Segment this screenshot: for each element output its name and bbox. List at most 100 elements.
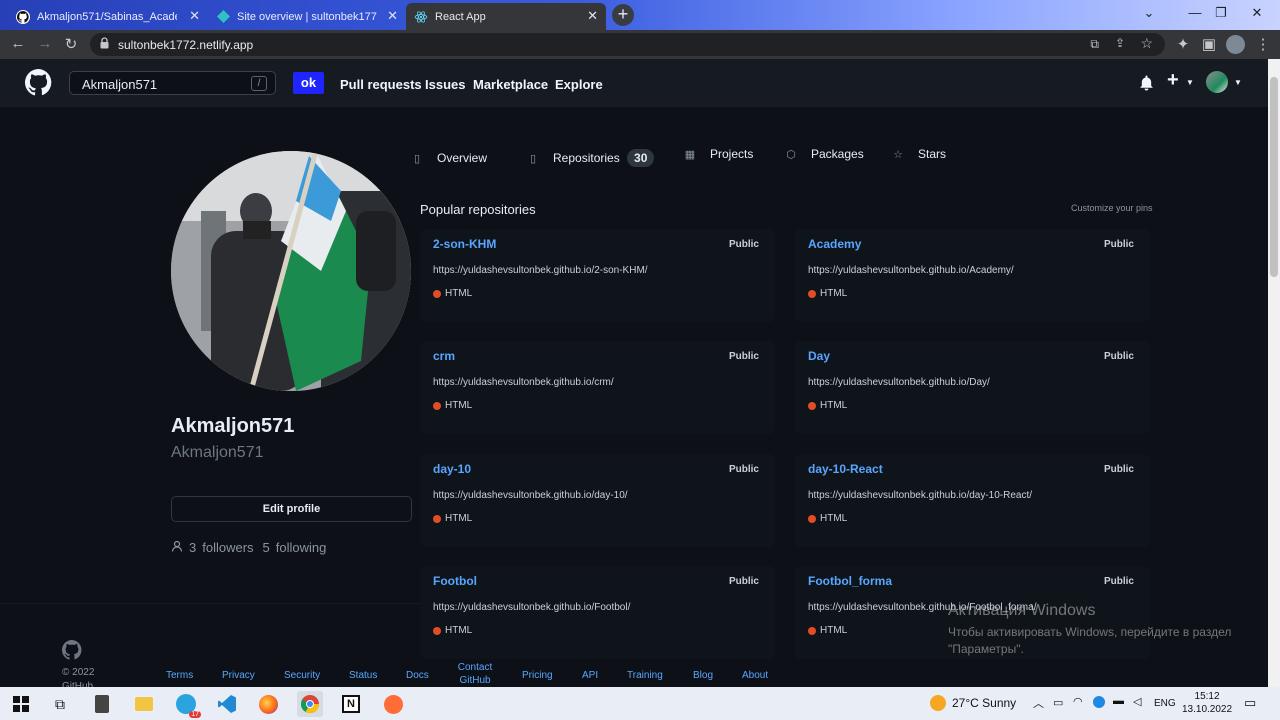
page-scrollbar[interactable] <box>1268 59 1280 687</box>
notifications-icon[interactable]: ▭ <box>1244 695 1256 711</box>
tab-overview[interactable]: ▯ Overview <box>411 151 487 165</box>
tab-label: Stars <box>918 147 947 161</box>
file-explorer-icon[interactable] <box>131 691 157 717</box>
telegram-icon[interactable]: 17 <box>173 691 201 718</box>
close-icon[interactable]: ✕ <box>587 9 598 23</box>
footer-link-status[interactable]: Status <box>349 669 377 682</box>
nav-explore[interactable]: Explore <box>555 77 603 92</box>
repo-name-link[interactable]: Footbol_forma <box>808 574 892 588</box>
close-icon[interactable]: ✕ <box>387 9 398 23</box>
tab-repositories[interactable]: ▯ Repositories 30 <box>527 149 655 167</box>
network-icon[interactable]: ▭ <box>1053 696 1063 709</box>
footer-link-terms[interactable]: Terms <box>166 669 193 682</box>
user-avatar[interactable] <box>1206 71 1228 93</box>
footer-link-pricing[interactable]: Pricing <box>522 669 553 682</box>
footer-link-security[interactable]: Security <box>284 669 320 682</box>
nav-marketplace[interactable]: Marketplace <box>473 77 548 92</box>
search-input[interactable]: Akmaljon571 / <box>69 71 276 95</box>
footer-link-docs[interactable]: Docs <box>406 669 429 682</box>
following-link[interactable]: following <box>276 540 327 555</box>
tab-search-icon[interactable]: ⌄ <box>1126 0 1172 26</box>
tab-packages[interactable]: ⬡ Packages <box>785 147 864 161</box>
tray-chevron-up-icon[interactable]: ︿ <box>1033 695 1044 711</box>
calculator-icon[interactable] <box>89 691 115 717</box>
windows-start-icon[interactable] <box>8 691 34 717</box>
new-tab-button[interactable]: + <box>612 4 634 26</box>
footer-link-training[interactable]: Training <box>627 669 663 682</box>
github-logo-icon[interactable] <box>24 69 52 101</box>
scrollbar-thumb[interactable] <box>1270 77 1278 277</box>
close-window-button[interactable]: ✕ <box>1234 0 1280 26</box>
tab-projects[interactable]: ▦ Projects <box>684 147 754 161</box>
footer-link-privacy[interactable]: Privacy <box>222 669 255 682</box>
share-icon[interactable]: ⇪ <box>1115 36 1125 50</box>
more-menu-icon[interactable]: ⋮ <box>1254 35 1272 53</box>
github-footer-logo-icon[interactable] <box>61 640 82 665</box>
browser-tab[interactable]: Akmaljon571/Sabinas_Academy ✕ <box>8 3 208 30</box>
close-icon[interactable]: ✕ <box>189 9 200 23</box>
clock[interactable]: 15:12 13.10.2022 <box>1182 690 1232 716</box>
language-color-dot <box>808 289 816 298</box>
footer-link-about[interactable]: About <box>742 669 768 682</box>
repo-name-link[interactable]: day-10 <box>433 462 471 476</box>
firefox-icon[interactable] <box>255 691 281 717</box>
clock-time: 15:12 <box>1194 691 1220 702</box>
bell-icon[interactable] <box>1139 75 1154 96</box>
edit-profile-button[interactable]: Edit profile <box>171 496 412 522</box>
visibility-badge: Public <box>1103 351 1134 362</box>
github-header: Akmaljon571 / ok Pull requests Issues Ma… <box>0 59 1268 107</box>
repo-card: day-10-React Public https://yuldashevsul… <box>795 454 1150 547</box>
browser-tab-active[interactable]: React App ✕ <box>406 3 606 30</box>
visibility-badge: Public <box>728 351 759 362</box>
repo-name-link[interactable]: Academy <box>808 237 861 251</box>
repo-name-link[interactable]: day-10-React <box>808 462 883 476</box>
omnibox[interactable]: sultonbek1772.netlify.app ⧉ ⇪ ☆ <box>90 33 1165 56</box>
bookmark-star-icon[interactable]: ☆ <box>1140 35 1153 52</box>
language-indicator[interactable]: ENG <box>1154 698 1176 709</box>
followers-link[interactable]: followers <box>202 540 253 555</box>
visibility-badge: Public <box>1103 239 1134 250</box>
weather-widget[interactable]: 27°C Sunny <box>930 695 1016 711</box>
vscode-icon[interactable] <box>214 691 240 717</box>
nav-pull-requests[interactable]: Pull requests <box>340 77 422 92</box>
repo-name-link[interactable]: 2-son-KHM <box>433 237 496 251</box>
nav-issues[interactable]: Issues <box>425 77 465 92</box>
follow-stats: 3 followers 5 following <box>171 540 326 555</box>
tab-stars[interactable]: ☆ Stars <box>892 147 946 161</box>
followers-count[interactable]: 3 <box>189 540 196 555</box>
postman-icon[interactable] <box>380 691 406 717</box>
chrome-icon[interactable] <box>297 691 323 717</box>
language-color-dot <box>433 626 441 635</box>
volume-icon[interactable]: ◁ <box>1133 695 1141 708</box>
tab-label: Packages <box>811 147 864 161</box>
browser-profile-avatar[interactable] <box>1226 35 1245 54</box>
battery-icon[interactable]: ▬ <box>1113 695 1124 707</box>
caret-down-icon[interactable]: ▼ <box>1186 78 1194 87</box>
footer-link-contact[interactable]: Contact GitHub <box>455 661 495 687</box>
create-new-plus-icon[interactable]: + <box>1167 69 1179 92</box>
repo-language: HTML <box>433 400 472 411</box>
browser-tab[interactable]: Site overview | sultonbek1772 ✕ <box>208 3 406 30</box>
extensions-icon[interactable]: ✦ <box>1174 35 1192 53</box>
repo-name-link[interactable]: Footbol <box>433 574 477 588</box>
telegram-unread-badge: 17 <box>189 711 201 718</box>
caret-down-icon[interactable]: ▼ <box>1234 78 1242 87</box>
sidepanel-icon[interactable]: ▣ <box>1200 35 1218 53</box>
reload-icon[interactable]: ↻ <box>62 35 80 53</box>
repo-name-link[interactable]: Day <box>808 349 830 363</box>
notion-icon[interactable]: N <box>338 691 364 717</box>
following-count[interactable]: 5 <box>263 540 270 555</box>
repo-name-link[interactable]: crm <box>433 349 455 363</box>
ok-button[interactable]: ok <box>293 72 324 94</box>
translate-icon[interactable]: ⧉ <box>1090 37 1099 52</box>
footer-link-api[interactable]: API <box>582 669 598 682</box>
wifi-icon[interactable]: ◠ <box>1073 695 1083 708</box>
customize-pins-link[interactable]: Customize your pins <box>1071 203 1153 213</box>
forward-icon[interactable]: → <box>36 35 54 52</box>
windows-taskbar: ⧉ 17 N 27°C Sunny ︿ ▭ ◠ ▬ ◁ ENG 15:12 13… <box>0 687 1280 720</box>
footer-link-blog[interactable]: Blog <box>693 669 713 682</box>
back-icon[interactable]: ← <box>9 35 27 52</box>
app-tray-icon[interactable] <box>1093 696 1105 708</box>
task-view-icon[interactable]: ⧉ <box>47 691 73 717</box>
repo-description: https://yuldashevsultonbek.github.io/Foo… <box>433 602 631 613</box>
